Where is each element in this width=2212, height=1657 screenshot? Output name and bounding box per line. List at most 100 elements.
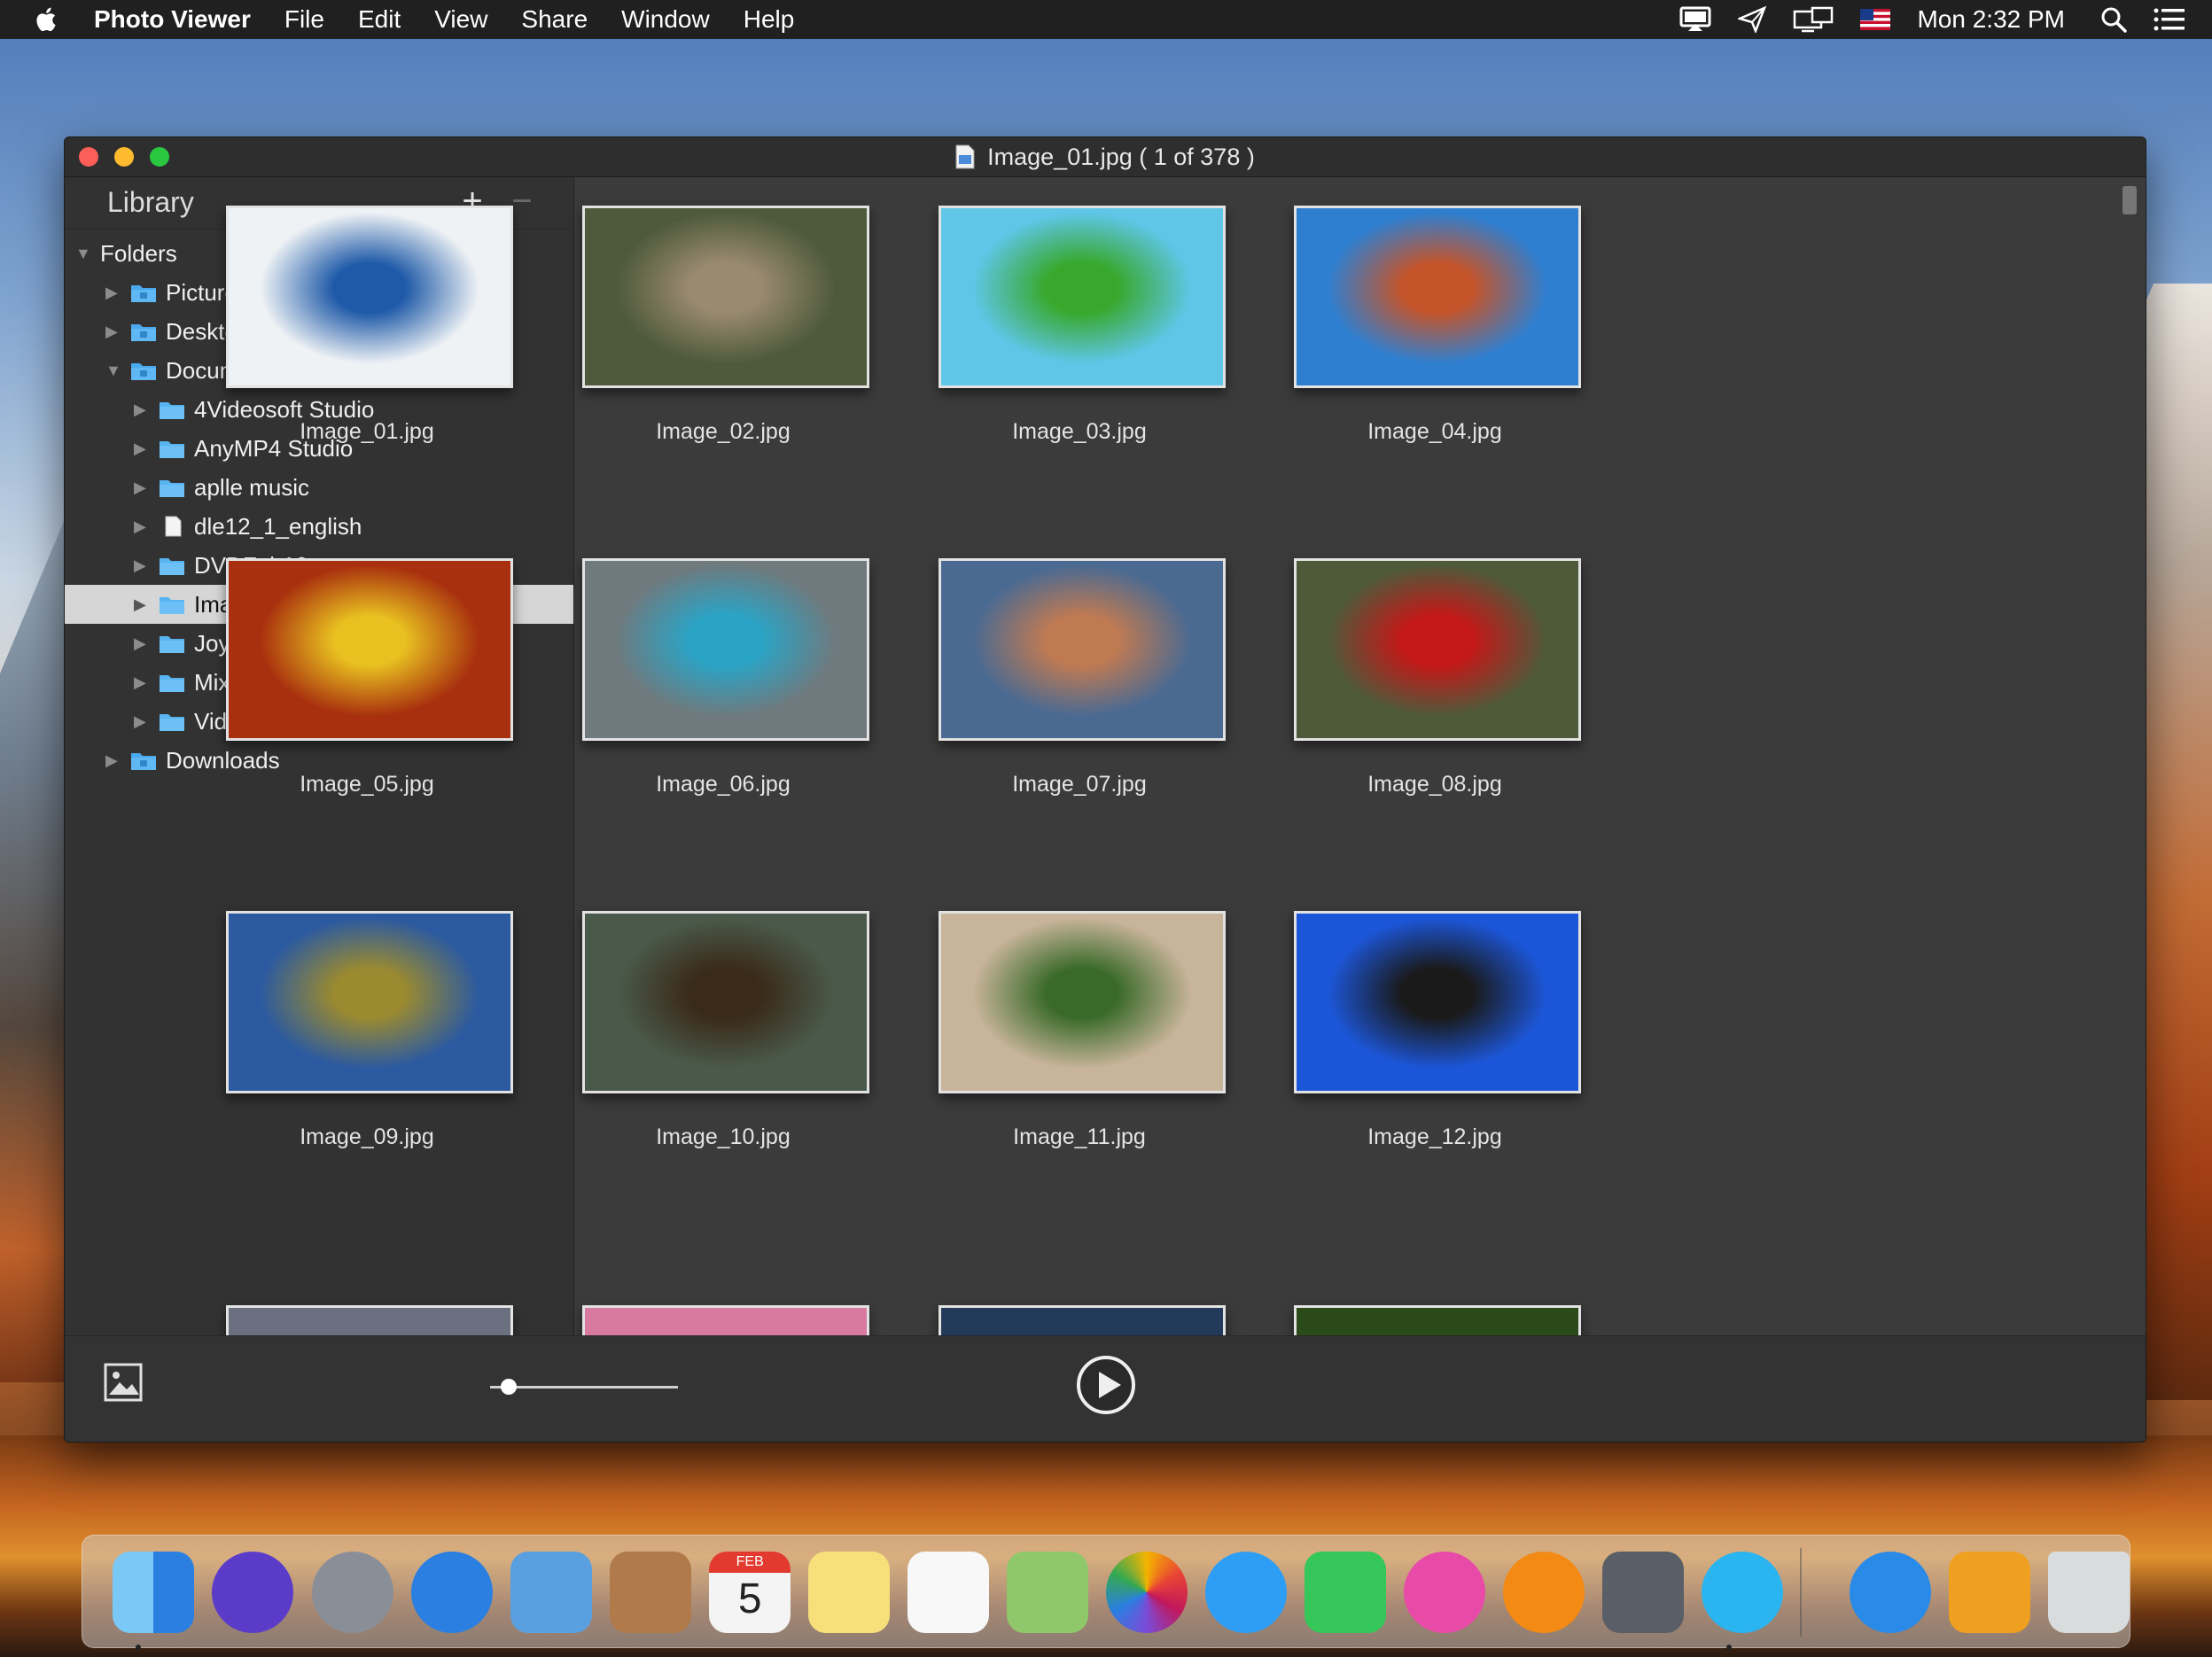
photo-viewer-icon[interactable] bbox=[1702, 1552, 1784, 1633]
disclosure-collapsed-icon[interactable]: ▶ bbox=[105, 752, 121, 768]
reminders-icon[interactable] bbox=[907, 1552, 990, 1633]
mail-stamp-icon[interactable] bbox=[510, 1552, 593, 1633]
disclosure-expanded-icon[interactable]: ▼ bbox=[105, 362, 121, 378]
zoom-slider-track[interactable] bbox=[490, 1386, 678, 1389]
vertical-scrollbar[interactable] bbox=[2122, 186, 2137, 214]
app-menu[interactable]: Photo Viewer bbox=[94, 5, 251, 34]
thumbnail-image bbox=[229, 914, 510, 1091]
thumbnail[interactable] bbox=[939, 911, 1226, 1093]
menu-view[interactable]: View bbox=[434, 5, 487, 34]
safari-icon[interactable] bbox=[411, 1552, 494, 1633]
notes-icon[interactable] bbox=[808, 1552, 891, 1633]
siri-icon[interactable] bbox=[211, 1552, 293, 1633]
maps-icon[interactable] bbox=[1007, 1552, 1089, 1633]
notification-center-icon[interactable] bbox=[2154, 8, 2185, 31]
disclosure-collapsed-icon[interactable]: ▶ bbox=[134, 557, 150, 573]
menu-help[interactable]: Help bbox=[744, 5, 795, 34]
trash-icon[interactable] bbox=[2047, 1552, 2130, 1633]
system-preferences-icon[interactable] bbox=[1602, 1552, 1685, 1633]
thumbnail-caption: Image_09.jpg bbox=[300, 1124, 434, 1149]
thumbnail[interactable] bbox=[226, 911, 513, 1093]
folder-sigma-icon[interactable] bbox=[1948, 1552, 2030, 1633]
thumbnail-caption: Image_10.jpg bbox=[656, 1124, 791, 1149]
menu-file[interactable]: File bbox=[284, 5, 324, 34]
thumbnail[interactable] bbox=[226, 558, 513, 741]
disclosure-collapsed-icon[interactable]: ▶ bbox=[134, 674, 150, 690]
thumbnail[interactable] bbox=[582, 911, 869, 1093]
zoom-slider-knob[interactable] bbox=[501, 1379, 518, 1395]
thumbnail[interactable] bbox=[939, 558, 1226, 741]
folder-icon bbox=[160, 675, 184, 692]
slideshow-play-button[interactable] bbox=[1075, 1354, 1137, 1416]
disclosure-collapsed-icon[interactable]: ▶ bbox=[105, 323, 121, 339]
messages-icon[interactable] bbox=[1205, 1552, 1288, 1633]
tree-row-dle12-1-english[interactable]: ▶ dle12_1_english bbox=[65, 507, 573, 546]
disclosure-collapsed-icon[interactable]: ▶ bbox=[105, 284, 121, 300]
thumbnail[interactable] bbox=[582, 206, 869, 388]
dock-separator bbox=[1800, 1548, 1802, 1637]
bottom-toolbar bbox=[65, 1335, 2146, 1442]
reeder-icon[interactable] bbox=[1849, 1552, 1931, 1633]
tree-row-label: Folders bbox=[100, 239, 177, 267]
folder-icon bbox=[131, 324, 156, 341]
thumbnail-image bbox=[229, 561, 510, 738]
thumbnail[interactable] bbox=[1294, 206, 1581, 388]
folder-icon bbox=[160, 441, 184, 458]
menu-bar: Photo Viewer File Edit View Share Window… bbox=[0, 0, 2212, 39]
folder-icon bbox=[160, 480, 184, 497]
itunes-icon[interactable] bbox=[1404, 1552, 1486, 1633]
photos-icon[interactable] bbox=[1106, 1552, 1188, 1633]
thumbnail-image bbox=[1297, 561, 1578, 738]
contacts-icon[interactable] bbox=[610, 1552, 692, 1633]
ibooks-icon[interactable] bbox=[1503, 1552, 1585, 1633]
finder-icon[interactable] bbox=[112, 1552, 194, 1633]
tree-row-label: Downloads bbox=[166, 746, 280, 774]
disclosure-collapsed-icon[interactable]: ▶ bbox=[134, 479, 150, 495]
menu-edit[interactable]: Edit bbox=[358, 5, 401, 34]
calendar-icon[interactable]: FEB 5 bbox=[709, 1552, 791, 1633]
disclosure-collapsed-icon[interactable]: ▶ bbox=[134, 635, 150, 651]
thumbnail-image bbox=[1297, 208, 1578, 385]
window-titlebar[interactable]: Image_01.jpg ( 1 of 378 ) bbox=[65, 137, 2146, 177]
facetime-icon[interactable] bbox=[1305, 1552, 1387, 1633]
thumbnail-image bbox=[585, 914, 867, 1091]
thumbnail-caption: Image_02.jpg bbox=[656, 419, 791, 444]
document-icon bbox=[955, 144, 975, 169]
menu-share[interactable]: Share bbox=[521, 5, 588, 34]
thumbnail-image bbox=[941, 914, 1223, 1091]
thumbnail[interactable] bbox=[226, 206, 513, 388]
airplay-display-icon[interactable] bbox=[1679, 6, 1711, 33]
disclosure-collapsed-icon[interactable]: ▶ bbox=[134, 713, 150, 729]
thumbnail-caption: Image_06.jpg bbox=[656, 772, 791, 797]
image-view-toggle-icon[interactable] bbox=[104, 1363, 143, 1402]
disclosure-collapsed-icon[interactable]: ▶ bbox=[134, 518, 150, 534]
thumbnail[interactable] bbox=[939, 206, 1226, 388]
folder-icon bbox=[160, 597, 184, 614]
tree-row-aplle-music[interactable]: ▶ aplle music bbox=[65, 468, 573, 507]
menu-window[interactable]: Window bbox=[621, 5, 710, 34]
menubar-clock[interactable]: Mon 2:32 PM bbox=[1917, 5, 2065, 34]
thumbnail[interactable] bbox=[1294, 911, 1581, 1093]
us-flag-icon[interactable] bbox=[1860, 9, 1891, 30]
spotlight-search-icon[interactable] bbox=[2100, 6, 2127, 33]
folder-icon bbox=[131, 363, 156, 380]
disclosure-collapsed-icon[interactable]: ▶ bbox=[134, 401, 150, 417]
thumbnail-caption: Image_12.jpg bbox=[1367, 1124, 1502, 1149]
launchpad-icon[interactable] bbox=[312, 1552, 394, 1633]
disclosure-collapsed-icon[interactable]: ▶ bbox=[134, 596, 150, 612]
thumbnail-caption: Image_05.jpg bbox=[300, 772, 434, 797]
disclosure-expanded-icon[interactable]: ▼ bbox=[75, 245, 91, 261]
disclosure-collapsed-icon[interactable]: ▶ bbox=[134, 440, 150, 456]
thumbnail-caption: Image_08.jpg bbox=[1367, 772, 1502, 797]
apple-logo-icon[interactable] bbox=[32, 4, 62, 35]
thumbnail-image bbox=[585, 561, 867, 738]
folder-icon bbox=[131, 285, 156, 302]
send-icon[interactable] bbox=[1738, 6, 1767, 33]
folder-icon bbox=[131, 753, 156, 770]
thumbnail[interactable] bbox=[582, 558, 869, 741]
display-mirror-icon[interactable] bbox=[1793, 6, 1834, 33]
folder-icon bbox=[160, 558, 184, 575]
window-title-area: Image_01.jpg ( 1 of 378 ) bbox=[65, 137, 2146, 176]
folder-icon bbox=[160, 636, 184, 653]
thumbnail[interactable] bbox=[1294, 558, 1581, 741]
